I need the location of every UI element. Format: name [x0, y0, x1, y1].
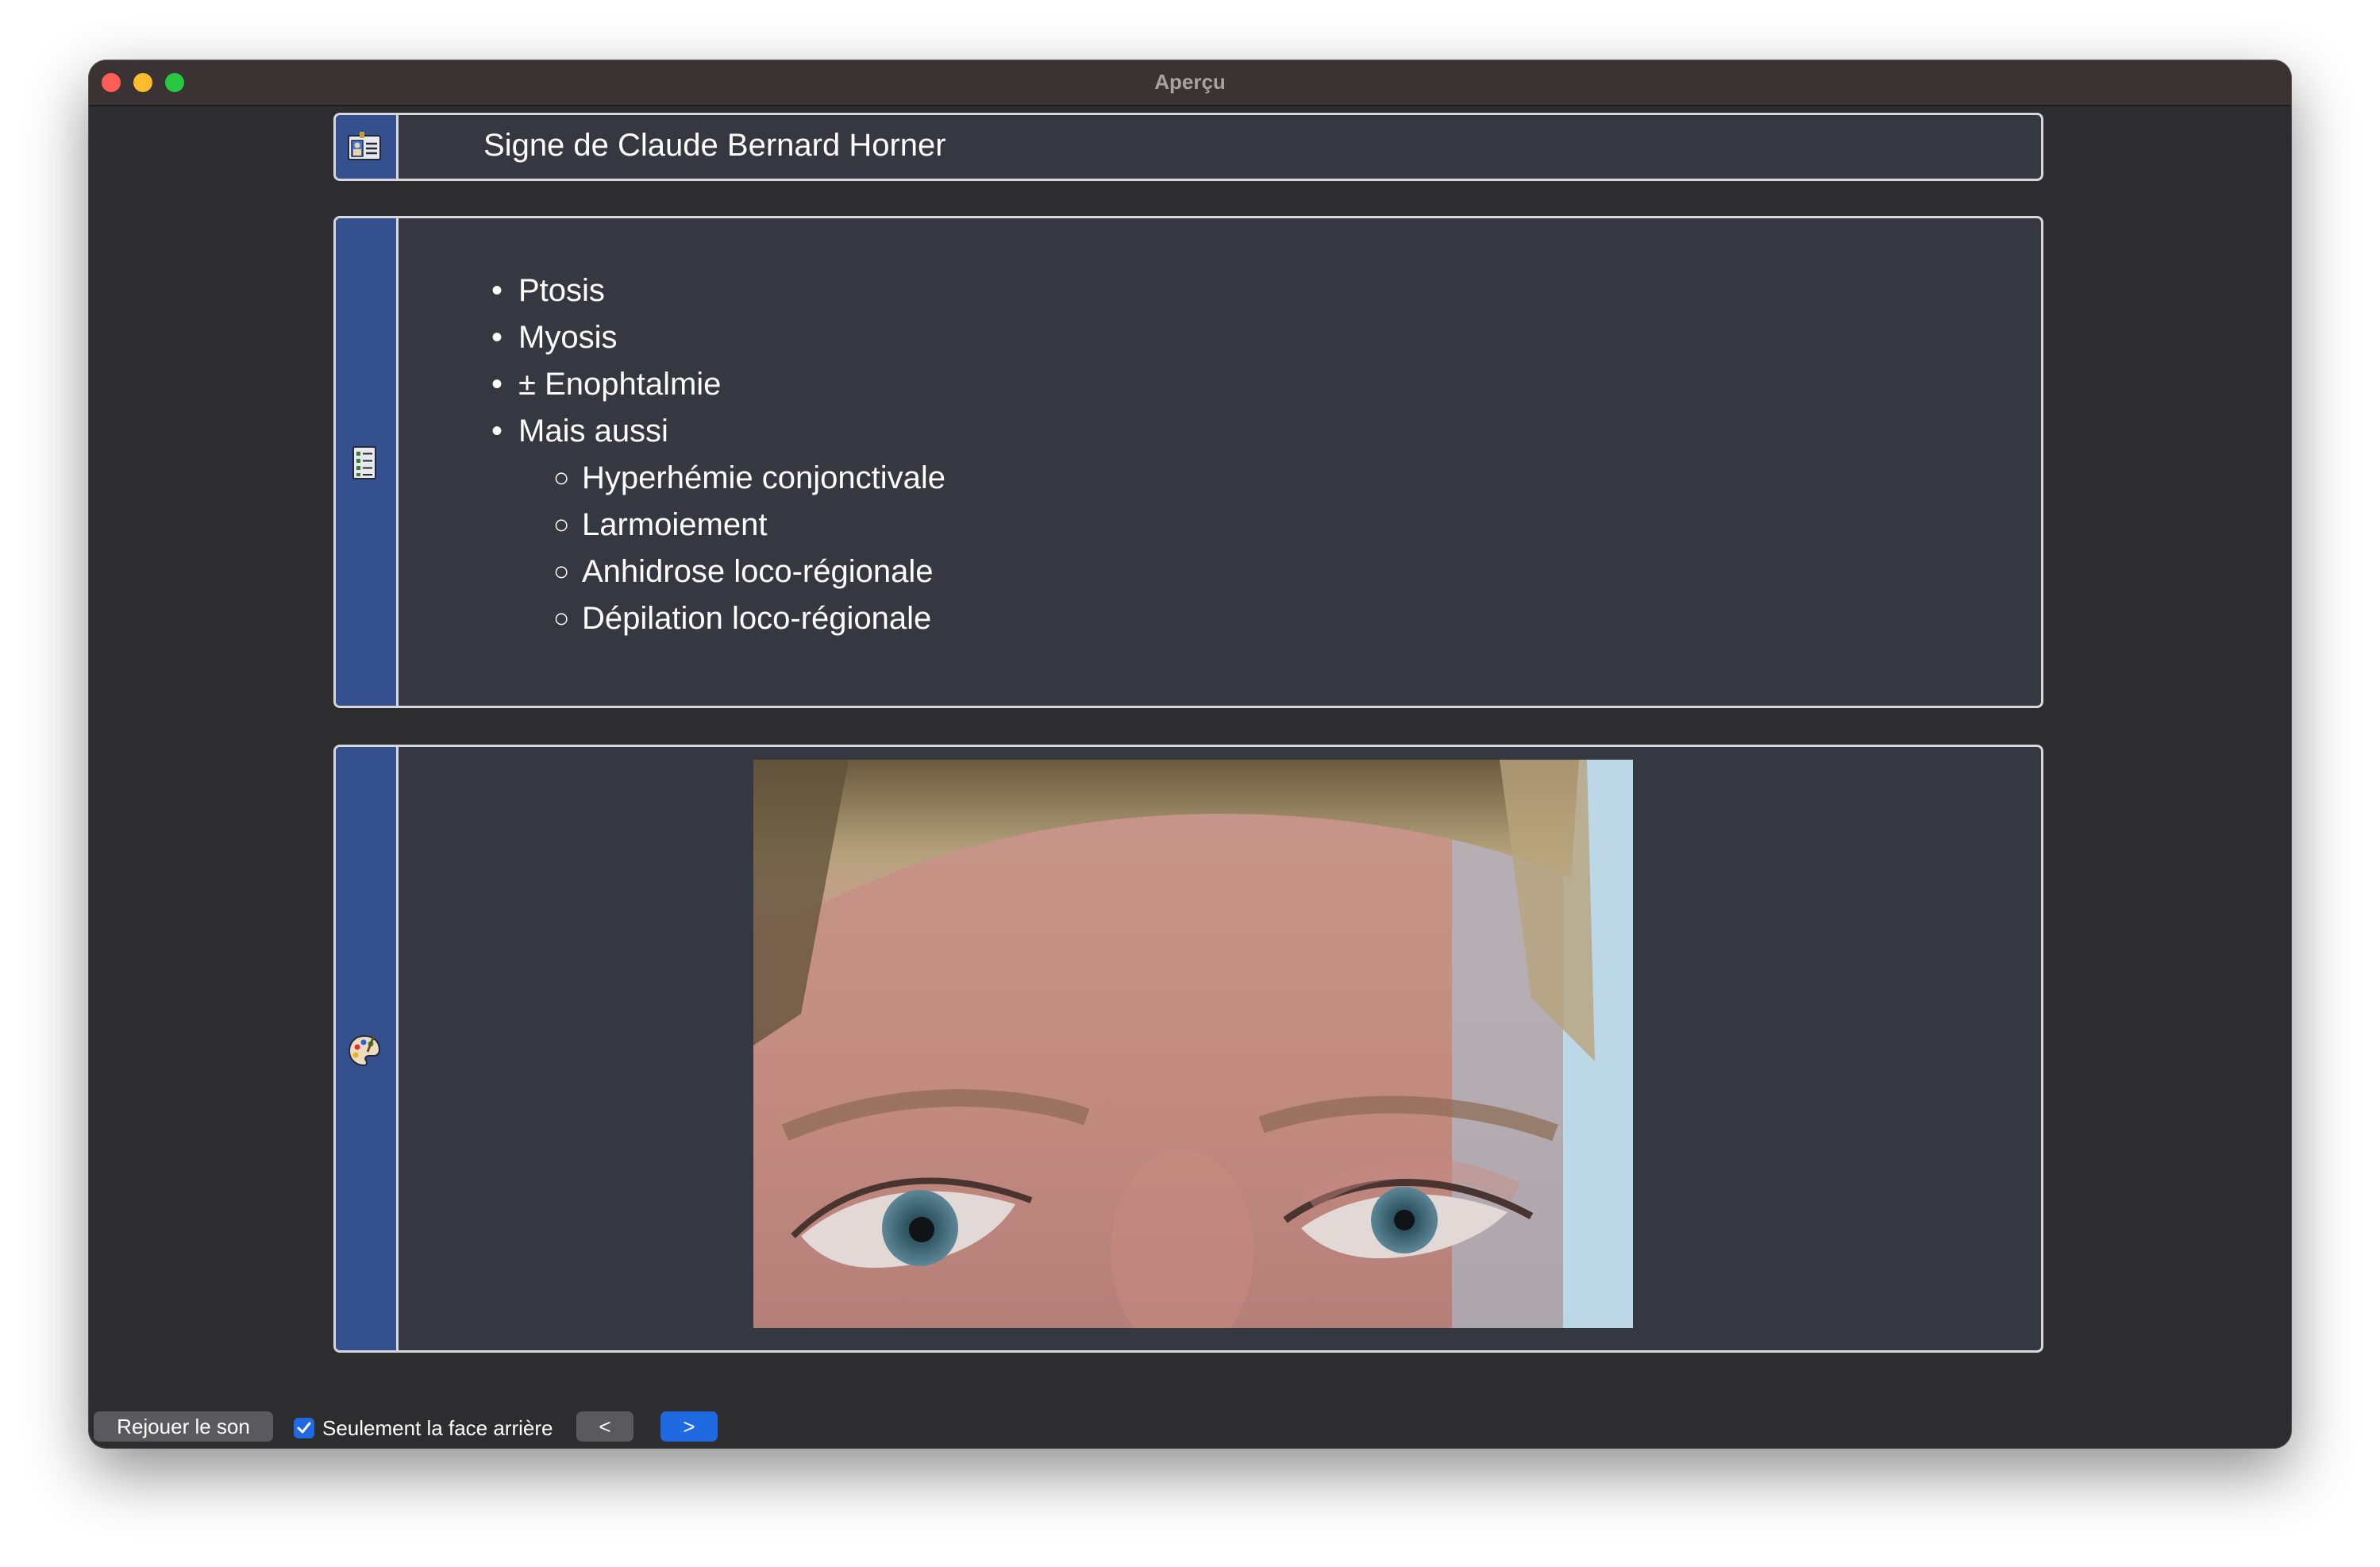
bullet-icon: • — [491, 320, 503, 355]
next-button[interactable]: > — [660, 1411, 718, 1442]
bullet-icon: • — [491, 414, 503, 449]
title-card-strip — [336, 115, 399, 179]
checkmark-icon — [297, 1422, 311, 1434]
back-side-only-checkbox[interactable] — [294, 1418, 314, 1438]
checklist-icon — [352, 446, 376, 479]
list-item: • ± Enophtalmie — [491, 361, 945, 408]
title-card: Signe de Claude Bernard Horner — [333, 113, 2043, 181]
list-subitem: ○ Hyperhémie conjonctivale — [518, 455, 945, 502]
replay-sound-button[interactable]: Rejouer le son — [94, 1411, 273, 1442]
card-title: Signe de Claude Bernard Horner — [483, 128, 946, 163]
previous-button[interactable]: < — [576, 1411, 634, 1442]
palette-icon — [348, 1034, 381, 1067]
list-item: • Myosis — [491, 314, 945, 361]
circle-bullet-icon: ○ — [553, 603, 570, 633]
bullet-list: • Ptosis • Myosis • ± Enophtalmie • Mais aus… — [491, 268, 945, 642]
list-item: • Ptosis — [491, 268, 945, 314]
eye-photo — [753, 760, 1633, 1328]
app-window: Aperçu Signe de Claude Bernard Horner • … — [89, 60, 2291, 1448]
list-subitem: ○ Dépilation loco-régionale — [518, 595, 945, 642]
list-subitem: ○ Anhidrose loco-régionale — [518, 549, 945, 595]
bullet-icon: • — [491, 273, 503, 308]
list-card: • Ptosis • Myosis • ± Enophtalmie • Mais aus… — [333, 216, 2043, 708]
list-card-strip — [336, 218, 399, 706]
eye-photo-image — [753, 760, 1633, 1328]
title-bar: Aperçu — [89, 60, 2291, 106]
id-card-icon — [348, 132, 381, 160]
list-item: • Mais aussi — [491, 408, 945, 455]
bottom-bar: Rejouer le son Seulement la face arrière… — [89, 1402, 2291, 1448]
image-card-strip — [336, 747, 399, 1350]
back-side-only-label: Seulement la face arrière — [322, 1416, 553, 1440]
bullet-icon: • — [491, 367, 503, 402]
image-card — [333, 745, 2043, 1353]
circle-bullet-icon: ○ — [553, 556, 570, 587]
circle-bullet-icon: ○ — [553, 463, 570, 493]
list-subitem: ○ Larmoiement — [518, 502, 945, 549]
window-title: Aperçu — [1154, 70, 1226, 94]
circle-bullet-icon: ○ — [553, 510, 570, 540]
